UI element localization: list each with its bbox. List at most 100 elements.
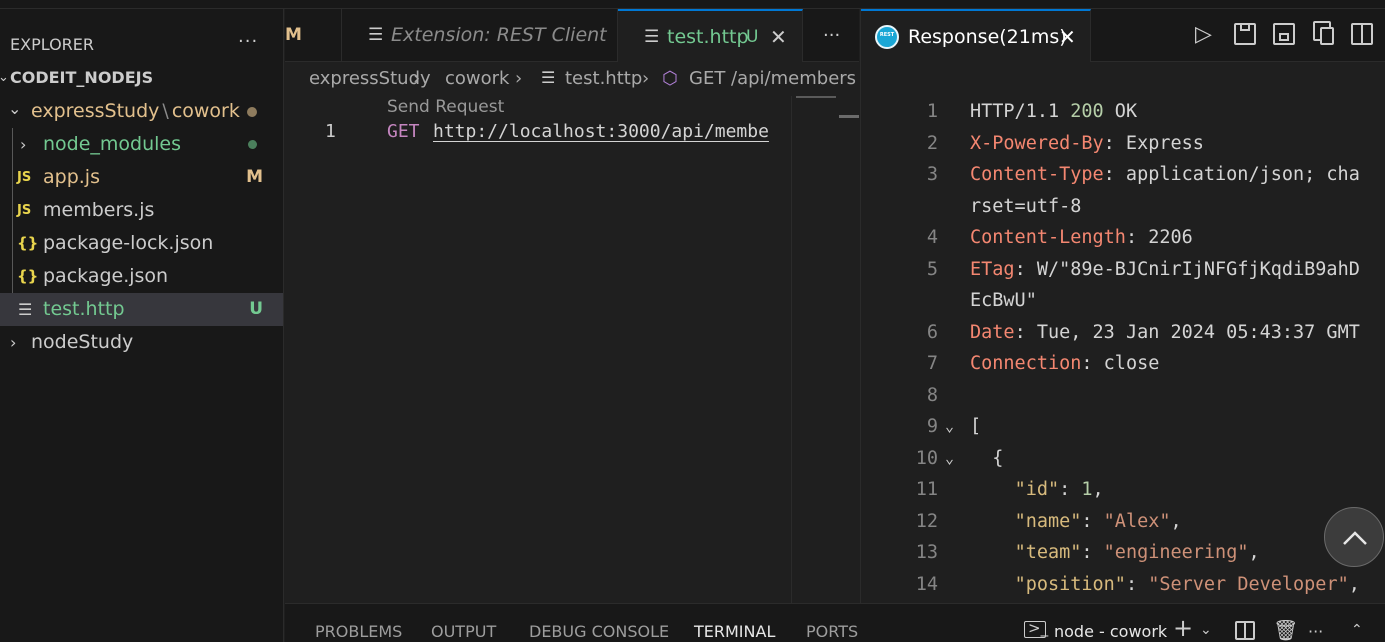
split-terminal-icon[interactable] — [1235, 621, 1255, 640]
response-line: 7 Connection: close — [861, 348, 1385, 380]
workspace-name: CODEIT_NODEJS — [10, 68, 154, 87]
close-icon[interactable]: ✕ — [1059, 11, 1076, 64]
path-separator: \ — [162, 100, 169, 122]
tree-item-package-json[interactable]: {} package.json — [0, 260, 283, 293]
tab-output[interactable]: OUTPUT — [431, 622, 496, 641]
code-text: EcBwU" — [970, 290, 1037, 311]
tree-item-app-js[interactable]: JS app.js M — [0, 161, 283, 194]
code-text: X-Powered-By: Express — [970, 132, 1204, 154]
chevron-down-icon: ⌄ — [0, 70, 9, 85]
workspace-header[interactable]: ⌄ CODEIT_NODEJS — [0, 61, 283, 94]
explorer-title: EXPLORER — [10, 35, 94, 54]
explorer-more-icon[interactable]: ··· — [238, 31, 258, 52]
response-line: 10 ⌄ { — [861, 443, 1385, 475]
response-line: 8 — [861, 380, 1385, 412]
breadcrumb-item[interactable]: cowork — [445, 68, 509, 89]
bottom-panel: PROBLEMS OUTPUT DEBUG CONSOLE TERMINAL P… — [285, 603, 1385, 642]
line-number: 4 — [926, 227, 938, 248]
code-text: [ — [970, 416, 982, 437]
scroll-thumb[interactable] — [839, 115, 859, 118]
tree-item-members-js[interactable]: JS members.js — [0, 194, 283, 227]
untracked-dot — [248, 140, 257, 149]
copy-icon-back — [1320, 27, 1334, 45]
add-terminal-icon[interactable]: + — [1173, 614, 1193, 642]
code-text: Connection: close — [970, 353, 1160, 374]
response-line: 6 Date: Tue, 23 Jan 2024 05:43:37 GMT — [861, 317, 1385, 349]
folder-nodestudy[interactable]: › nodeStudy — [0, 326, 283, 359]
editor-area[interactable]: Send Request 1 GET http://localhost:3000… — [285, 96, 859, 603]
editor-scrollbar[interactable] — [839, 96, 859, 603]
response-tab-bar: REST Response(21ms) ✕ ▷ — [860, 9, 1385, 63]
more-actions-icon[interactable]: ··· — [1308, 622, 1323, 641]
scroll-to-top-button[interactable] — [1324, 507, 1384, 567]
folder-label: nodeStudy — [31, 331, 134, 353]
response-line: EcBwU" — [861, 285, 1385, 317]
save-body-icon[interactable] — [1273, 23, 1295, 45]
tab-overflow[interactable]: ··· — [803, 9, 859, 62]
tab-test-http[interactable]: ☰ test.http U ✕ — [618, 9, 803, 63]
untracked-badge: U — [249, 299, 263, 319]
split-editor-icon[interactable] — [1351, 23, 1373, 45]
tab-ports[interactable]: PORTS — [806, 622, 858, 641]
response-line: 13 "team": "engineering", — [861, 537, 1385, 569]
tab-label: Extension: REST Client — [391, 24, 607, 46]
line-number: 8 — [926, 384, 938, 406]
tab-label: Response(21ms) — [908, 26, 1067, 48]
send-request-codelens[interactable]: Send Request — [387, 97, 504, 117]
response-line: 14 "position": "Server Developer", — [861, 569, 1385, 601]
response-line: 2 X-Powered-By: Express — [861, 128, 1385, 160]
http-file-icon: ☰ — [541, 68, 556, 87]
code-text: "id": 1, — [1014, 479, 1104, 500]
tab-debug-console[interactable]: DEBUG CONSOLE — [529, 622, 669, 641]
http-file-icon: ☰ — [18, 300, 33, 319]
folder-expressstudy-cowork[interactable]: ⌄ expressStudy \ cowork — [0, 95, 283, 128]
tab-app-js[interactable]: M — [285, 9, 342, 62]
code-text: Content-Type: application/json; cha — [970, 164, 1360, 185]
response-line: 5 ETag: W/"89e-BJCnirIjNFGfjKqdiB9ahD — [861, 254, 1385, 286]
response-line: 11 "id": 1, — [861, 474, 1385, 506]
trash-icon[interactable]: 🗑 — [1273, 618, 1298, 642]
code-text: "name": "Alex", — [1014, 510, 1182, 532]
line-number: 3 — [926, 164, 938, 185]
tab-problems[interactable]: PROBLEMS — [315, 622, 402, 641]
folder-label-expressstudy: expressStudy — [31, 100, 160, 122]
tree-item-node-modules[interactable]: › node_modules — [0, 128, 283, 161]
fold-chevron-icon[interactable]: ⌄ — [945, 411, 954, 443]
tab-terminal[interactable]: TERMINAL — [694, 622, 775, 641]
line-number: 5 — [926, 258, 938, 280]
line-number: 2 — [926, 132, 938, 154]
breadcrumb-item[interactable]: GET /api/members — [689, 68, 856, 89]
run-icon[interactable]: ▷ — [1195, 22, 1212, 47]
modified-dot — [247, 107, 257, 117]
rest-client-logo-icon: REST — [875, 25, 899, 49]
tree-item-label: members.js — [43, 199, 155, 221]
close-icon[interactable]: ✕ — [770, 11, 787, 64]
code-text: "position": "Server Developer", — [1014, 573, 1360, 595]
line-number: 7 — [926, 353, 938, 374]
code-text: Date: Tue, 23 Jan 2024 05:43:37 GMT — [970, 321, 1360, 343]
terminal-instance-label[interactable]: node - cowork — [1054, 622, 1167, 641]
tab-extension-rest-client[interactable]: ☰ Extension: REST Client — [342, 9, 618, 62]
fold-chevron-icon[interactable]: ⌄ — [945, 443, 954, 475]
more-actions-icon: ··· — [823, 25, 841, 46]
tree-item-test-http[interactable]: ☰ test.http U — [0, 293, 283, 326]
breadcrumb-item[interactable]: test.http — [565, 68, 642, 89]
response-line: 12 "name": "Alex", — [861, 506, 1385, 538]
tab-response[interactable]: REST Response(21ms) ✕ — [861, 9, 1091, 63]
tree-item-package-lock-json[interactable]: {} package-lock.json — [0, 227, 283, 260]
chevron-right-icon: › — [10, 333, 17, 352]
response-viewer[interactable]: 1 HTTP/1.1 200 OK 2 X-Powered-By: Express 3 C… — [860, 62, 1385, 603]
code-text: { — [970, 447, 1004, 469]
save-icon[interactable] — [1234, 23, 1256, 45]
terminal-icon: >_ — [1024, 621, 1048, 638]
chevron-up-icon — [1343, 531, 1367, 545]
maximize-panel-icon[interactable]: ⌃ — [1351, 622, 1363, 638]
preview-icon: ☰ — [368, 25, 384, 45]
folder-label-cowork: cowork — [171, 100, 240, 122]
title-bar-strip — [0, 0, 1385, 9]
request-symbol-icon: ⬡ — [662, 68, 678, 89]
chevron-down-icon[interactable]: ⌄ — [1200, 622, 1212, 638]
http-file-icon: ☰ — [644, 27, 660, 47]
minimap[interactable] — [791, 96, 839, 603]
request-url[interactable]: http://localhost:3000/api/membe — [433, 121, 791, 142]
